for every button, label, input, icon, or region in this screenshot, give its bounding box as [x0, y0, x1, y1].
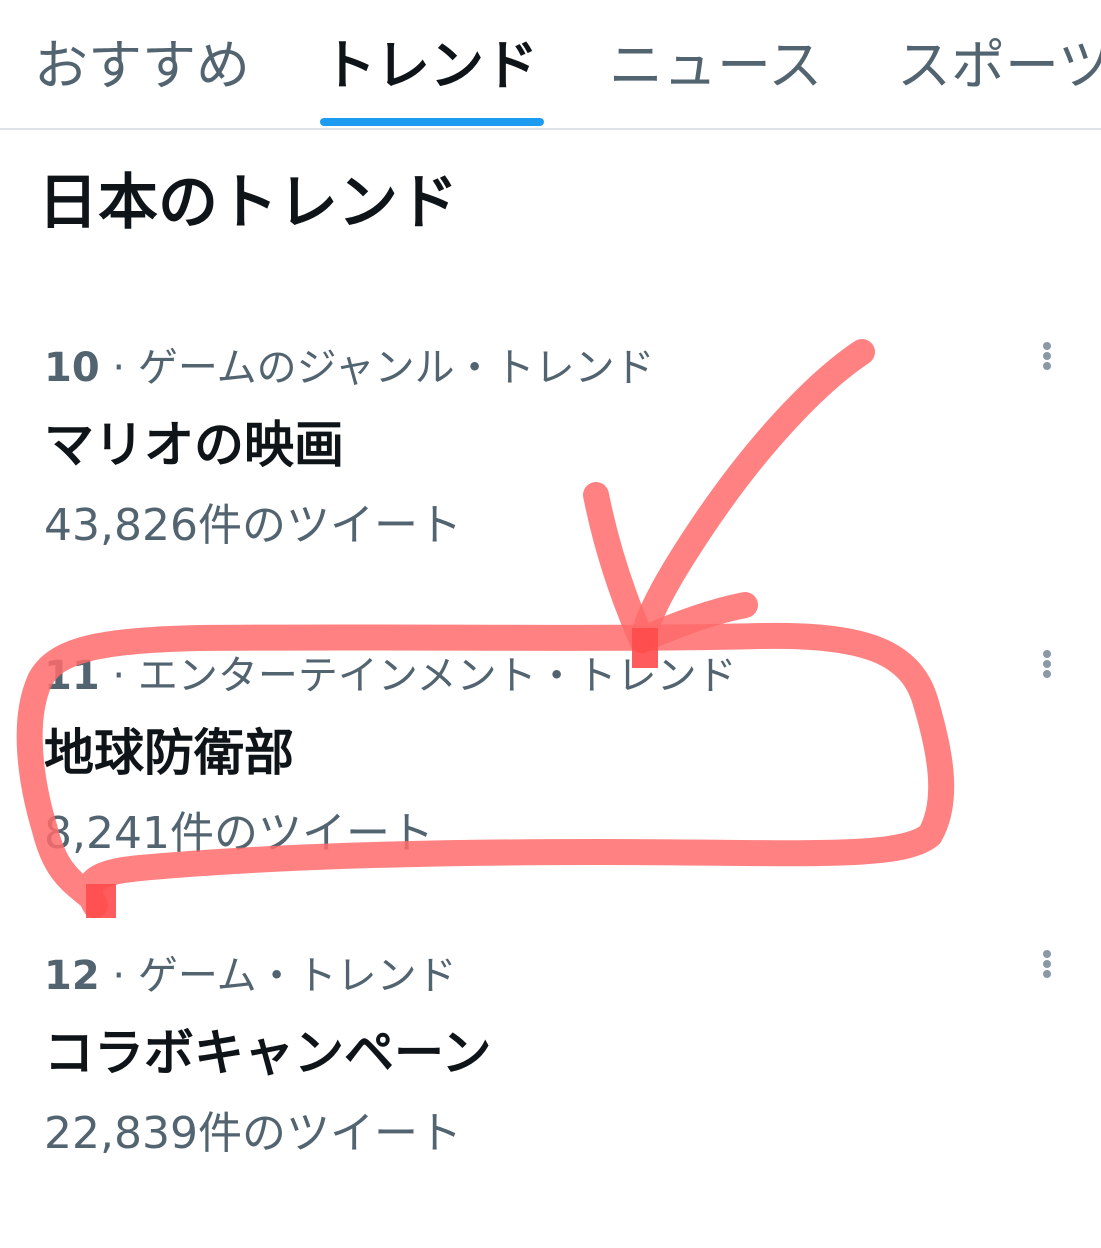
trend-name: コラボキャンペーン [44, 1024, 492, 1082]
trend-rank: 12 [44, 953, 100, 999]
trend-category: エンターテインメント・トレンド [137, 653, 737, 699]
trend-item[interactable]: 12 · ゲーム・トレンド コラボキャンペーン 22,839件のツイート [0, 948, 1101, 1248]
trend-rank: 10 [44, 345, 100, 391]
trend-meta: 11 · エンターテインメント・トレンド [44, 648, 737, 704]
tab-sports[interactable]: スポーツ [897, 30, 1101, 102]
meta-separator: · [99, 953, 138, 999]
meta-separator: · [99, 653, 138, 699]
more-vertical-icon[interactable] [1030, 334, 1066, 378]
trend-meta: 10 · ゲームのジャンル・トレンド [44, 340, 655, 396]
tab-trending[interactable]: トレンド [322, 30, 538, 102]
trend-item[interactable]: 11 · エンターテインメント・トレンド 地球防衛部 8,241件のツイート [0, 648, 1101, 948]
trend-item[interactable]: 10 · ゲームのジャンル・トレンド マリオの映画 43,826件のツイート [0, 340, 1101, 640]
trend-tweet-count: 22,839件のツイート [44, 1108, 462, 1159]
section-title: 日本のトレンド [38, 168, 458, 238]
trend-name: マリオの映画 [44, 416, 344, 474]
trend-category: ゲーム・トレンド [137, 953, 457, 999]
more-vertical-icon[interactable] [1030, 942, 1066, 986]
trend-meta: 12 · ゲーム・トレンド [44, 948, 457, 1004]
trend-rank: 11 [44, 653, 100, 699]
more-vertical-icon[interactable] [1030, 642, 1066, 686]
trend-tweet-count: 43,826件のツイート [44, 500, 462, 551]
tab-recommended[interactable]: おすすめ [34, 30, 250, 102]
trend-category: ゲームのジャンル・トレンド [137, 345, 655, 391]
trend-tweet-count: 8,241件のツイート [44, 808, 434, 859]
tab-news[interactable]: ニュース [609, 30, 822, 102]
active-tab-indicator [320, 118, 544, 126]
trend-name: 地球防衛部 [44, 724, 294, 782]
tab-bar: おすすめ トレンド ニュース スポーツ [0, 0, 1101, 130]
meta-separator: · [99, 345, 138, 391]
